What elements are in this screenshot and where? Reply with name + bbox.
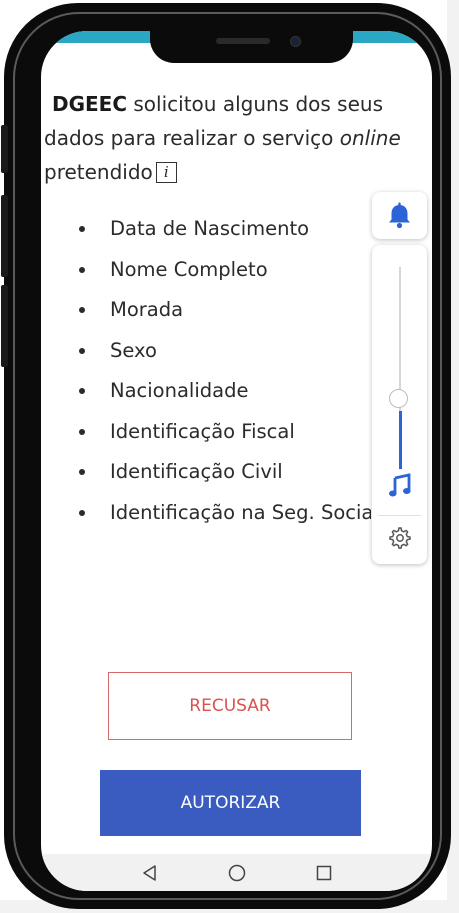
consent-text-end: pretendido	[44, 160, 153, 184]
list-item: Nome Completo	[41, 254, 371, 295]
list-item-label: Identificação Fiscal	[110, 419, 295, 443]
list-item: Sexo	[41, 335, 371, 376]
refuse-button[interactable]: RECUSAR	[108, 672, 352, 740]
list-item-label: Nacionalidade	[110, 379, 249, 402]
bullet-icon	[79, 347, 85, 354]
authorize-button[interactable]: AUTORIZAR	[100, 770, 361, 836]
list-item: Identificação Civil	[41, 456, 371, 497]
list-item: Nacionalidade	[41, 375, 371, 416]
bullet-icon	[79, 307, 85, 313]
phone-side-button	[1, 125, 8, 173]
home-circle-icon[interactable]	[222, 860, 252, 886]
bullet-icon	[79, 226, 85, 232]
volume-slider-fill	[399, 411, 402, 469]
info-icon[interactable]: i	[155, 162, 177, 183]
ringer-mode-button[interactable]	[372, 192, 427, 239]
speaker-grille	[216, 38, 270, 44]
bullet-icon	[79, 469, 85, 475]
list-item-label: Nome Completo	[110, 257, 268, 281]
list-item-label: Identificação Civil	[110, 460, 283, 483]
phone-side-button	[1, 285, 8, 367]
phone-notch	[150, 31, 353, 63]
navigation-bar	[41, 854, 432, 891]
phone-side-button	[1, 195, 8, 277]
consent-text-italic: online	[339, 126, 401, 150]
bullet-icon	[79, 509, 85, 516]
volume-slider-thumb[interactable]	[389, 389, 408, 408]
list-item: Data de Nascimento	[41, 213, 371, 254]
list-item-label: Sexo	[110, 338, 157, 362]
list-item: Identificação Fiscal	[41, 416, 371, 457]
list-item-label: Identificação na Seg. Social	[110, 500, 371, 524]
front-camera	[290, 36, 301, 47]
list-item-label: Data de Nascimento	[110, 217, 310, 240]
bullet-icon	[79, 266, 85, 273]
bell-icon	[389, 202, 410, 229]
list-item-label: Morada	[110, 298, 184, 321]
list-item: Morada	[41, 294, 371, 335]
recents-square-icon[interactable]	[309, 860, 339, 886]
volume-panel	[372, 245, 427, 564]
consent-message: DGEEC solicitou alguns dos seus dados pa…	[44, 87, 424, 189]
organization-name: DGEEC	[52, 92, 128, 116]
list-item: Identificação na Seg. Social	[41, 497, 371, 538]
music-note-icon[interactable]	[388, 473, 412, 499]
bullet-icon	[79, 428, 85, 435]
phone-screen: DGEEC solicitou alguns dos seus dados pa…	[41, 31, 432, 891]
bullet-icon	[79, 388, 85, 394]
requested-data-list: Data de Nascimento Nome Completo Morada …	[41, 213, 371, 537]
divider	[378, 515, 421, 516]
back-triangle-icon[interactable]	[135, 860, 165, 886]
gear-icon[interactable]	[388, 526, 412, 550]
